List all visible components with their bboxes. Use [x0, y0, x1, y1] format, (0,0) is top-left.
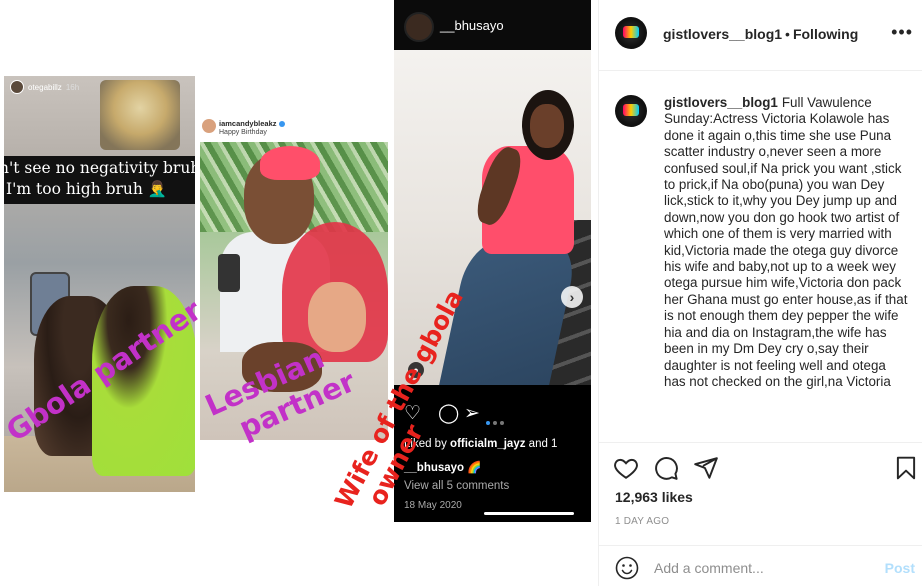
avatar [10, 80, 24, 94]
verified-badge-icon [278, 121, 285, 128]
avatar [202, 119, 216, 133]
heart-icon[interactable] [613, 455, 639, 481]
view-comments-link: View all 5 comments [404, 480, 510, 492]
caption-avatar[interactable] [615, 95, 647, 127]
person-face [530, 104, 564, 148]
post-date: 18 May 2020 [404, 500, 462, 511]
post-action-bar: 12,963 likes 1 DAY AGO Add a comment... … [599, 442, 922, 587]
ceiling-ornament [100, 80, 180, 150]
comment-icon[interactable] [653, 455, 679, 481]
story-subtitle: Happy Birthday [219, 129, 267, 136]
separator-dot: • [785, 26, 790, 42]
story-username: iamcandybleakz [219, 119, 285, 128]
post-caption: __bhusayo 🌈 [404, 462, 482, 474]
comments-area[interactable]: gistlovers__blog1 Full Vawulence Sunday:A… [599, 71, 922, 441]
caption-text: Full Vawulence Sunday:Actress Victoria K… [664, 95, 908, 389]
comment-input[interactable]: Add a comment... [654, 560, 864, 576]
header-username-row: gistlovers__blog1 • Following [663, 26, 858, 42]
avatar [404, 12, 434, 42]
emoji-icon[interactable] [615, 556, 639, 580]
post-username: __bhusayo [440, 18, 504, 33]
share-icon: ➢ [464, 403, 480, 424]
home-indicator [484, 512, 574, 515]
carousel-dots [486, 412, 507, 430]
post-comment-button[interactable]: Post [885, 560, 915, 576]
next-slide-icon: › [561, 286, 583, 308]
following-button[interactable]: Following [793, 26, 858, 42]
post-header: gistlovers__blog1 • Following ••• [599, 0, 922, 71]
story-caption-banner: n't see no negativity bruh I'm too high … [4, 156, 195, 204]
add-comment-row: Add a comment... Post [599, 545, 922, 588]
post-timestamp[interactable]: 1 DAY AGO [615, 516, 669, 527]
post-header: __bhusayo [394, 0, 591, 50]
caption-line-2: I'm too high bruh 🤦‍♂️ [6, 180, 168, 198]
story-header: otegabillz 16h [10, 80, 79, 94]
bookmark-icon[interactable] [893, 455, 919, 481]
liked-by-text: Liked by officialm_jayz and 1 [404, 438, 558, 450]
post-screenshot-bhusayo: __bhusayo › ● ♡ ◯ ➢ Liked by officialm_j… [394, 0, 591, 522]
post-caption: gistlovers__blog1 Full Vawulence Sunday:A… [664, 95, 910, 390]
post-side-panel: gistlovers__blog1 • Following ••• gistlove… [598, 0, 922, 586]
header-username[interactable]: gistlovers__blog1 [663, 26, 782, 42]
story-time: 16h [65, 82, 80, 92]
more-options-icon[interactable]: ••• [891, 22, 913, 43]
post-image-collage: otegabillz 16h n't see no negativity bru… [0, 0, 598, 586]
avatar[interactable] [615, 17, 647, 49]
story-username: otegabillz [28, 82, 62, 92]
story-header: iamcandybleakz Happy Birthday [200, 116, 388, 142]
likes-count[interactable]: 12,963 likes [615, 489, 693, 505]
share-icon[interactable] [693, 455, 719, 481]
caption-username[interactable]: gistlovers__blog1 [664, 95, 778, 110]
caption-line-1: n't see no negativity bruh [4, 159, 195, 177]
person-left-hair [260, 146, 320, 180]
phone [218, 254, 240, 292]
